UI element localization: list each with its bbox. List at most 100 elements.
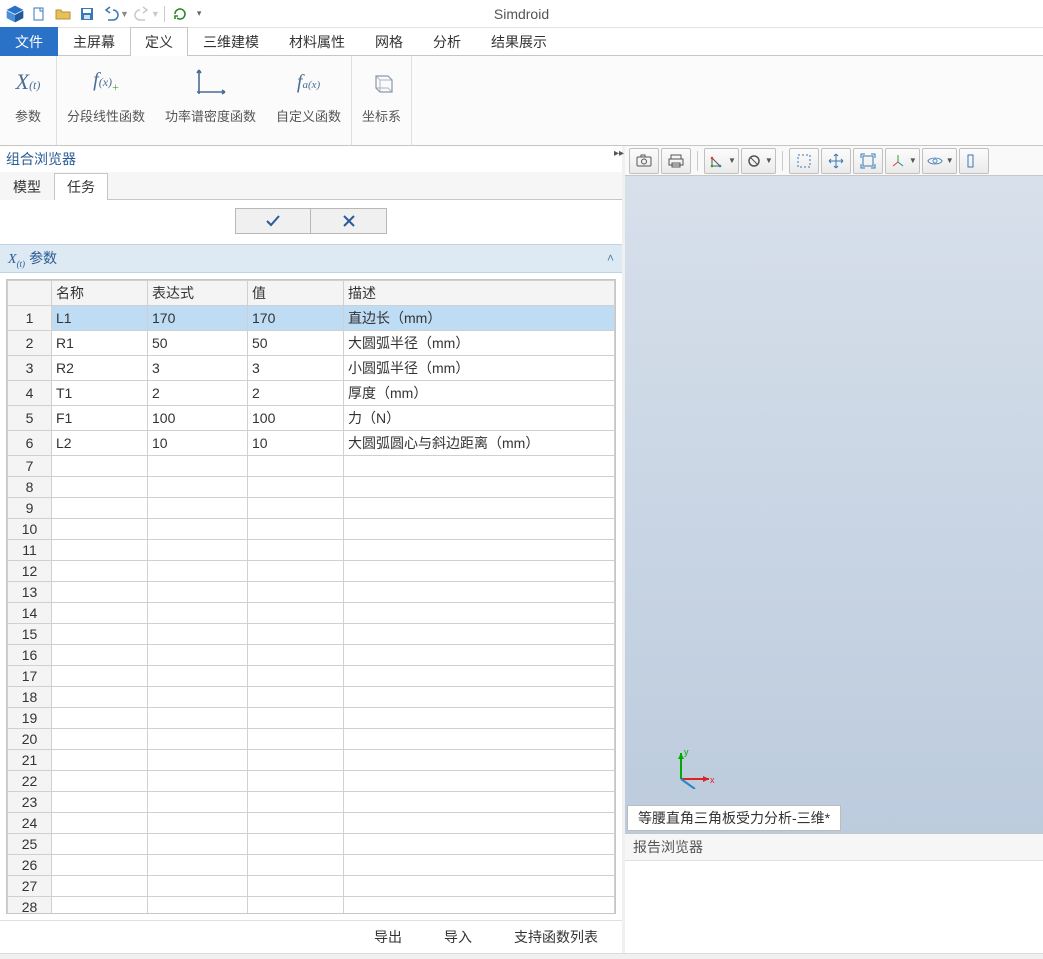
coord-sys-button[interactable]: 坐标系 <box>352 56 411 145</box>
cell-name[interactable] <box>52 476 148 497</box>
cell-desc[interactable] <box>344 707 615 728</box>
orientation-button[interactable]: ▼ <box>704 148 739 174</box>
table-row[interactable]: 1L1170170直边长（mm） <box>8 305 615 330</box>
save-icon[interactable] <box>76 3 98 25</box>
ribbon-tab-results[interactable]: 结果展示 <box>476 27 562 56</box>
cell-rownum[interactable]: 23 <box>8 791 52 812</box>
cell-expr[interactable] <box>148 728 248 749</box>
cell-rownum[interactable]: 11 <box>8 539 52 560</box>
cell-value[interactable]: 50 <box>248 330 344 355</box>
cell-expr[interactable] <box>148 602 248 623</box>
render-mode-button[interactable]: ▼ <box>741 148 776 174</box>
table-row[interactable]: 13 <box>8 581 615 602</box>
cell-desc[interactable]: 力（N） <box>344 405 615 430</box>
table-row[interactable]: 26 <box>8 854 615 875</box>
cell-expr[interactable] <box>148 896 248 914</box>
undo-dropdown-icon[interactable]: ▼ <box>120 9 129 19</box>
cell-expr[interactable] <box>148 812 248 833</box>
cell-rownum[interactable]: 15 <box>8 623 52 644</box>
cell-name[interactable]: F1 <box>52 405 148 430</box>
table-row[interactable]: 3R233小圆弧半径（mm） <box>8 355 615 380</box>
cell-value[interactable] <box>248 854 344 875</box>
cell-expr[interactable] <box>148 707 248 728</box>
cell-expr[interactable]: 170 <box>148 305 248 330</box>
print-button[interactable] <box>661 148 691 174</box>
table-row[interactable]: 12 <box>8 560 615 581</box>
cell-rownum[interactable]: 25 <box>8 833 52 854</box>
accept-button[interactable] <box>235 208 311 234</box>
cell-rownum[interactable]: 27 <box>8 875 52 896</box>
cell-desc[interactable] <box>344 665 615 686</box>
ribbon-tab-analysis[interactable]: 分析 <box>418 27 476 56</box>
cell-expr[interactable] <box>148 833 248 854</box>
pan-button[interactable] <box>821 148 851 174</box>
cell-name[interactable] <box>52 812 148 833</box>
table-row[interactable]: 14 <box>8 602 615 623</box>
cell-name[interactable]: L2 <box>52 430 148 455</box>
cell-name[interactable] <box>52 560 148 581</box>
open-file-icon[interactable] <box>52 3 74 25</box>
cell-value[interactable] <box>248 791 344 812</box>
cell-rownum[interactable]: 3 <box>8 355 52 380</box>
cell-value[interactable] <box>248 749 344 770</box>
cell-value[interactable]: 3 <box>248 355 344 380</box>
cell-expr[interactable] <box>148 644 248 665</box>
cell-desc[interactable] <box>344 791 615 812</box>
cell-desc[interactable] <box>344 539 615 560</box>
cell-value[interactable] <box>248 602 344 623</box>
cell-rownum[interactable]: 13 <box>8 581 52 602</box>
col-header-expr[interactable]: 表达式 <box>148 280 248 305</box>
viewport[interactable]: y x 等腰直角三角板受力分析-三维* <box>625 176 1043 833</box>
ribbon-tab-file[interactable]: 文件 <box>0 27 58 56</box>
col-header-value[interactable]: 值 <box>248 280 344 305</box>
ribbon-tab-material[interactable]: 材料属性 <box>274 27 360 56</box>
cell-rownum[interactable]: 17 <box>8 665 52 686</box>
cell-value[interactable]: 100 <box>248 405 344 430</box>
cell-desc[interactable] <box>344 854 615 875</box>
cell-name[interactable] <box>52 770 148 791</box>
cell-desc[interactable] <box>344 749 615 770</box>
viewport-tab[interactable]: 等腰直角三角板受力分析-三维* <box>627 805 841 831</box>
section-collapse-icon[interactable]: ˄ <box>607 251 614 265</box>
table-row[interactable]: 9 <box>8 497 615 518</box>
cell-rownum[interactable]: 8 <box>8 476 52 497</box>
cell-name[interactable] <box>52 518 148 539</box>
cell-rownum[interactable]: 24 <box>8 812 52 833</box>
cell-expr[interactable] <box>148 665 248 686</box>
cell-rownum[interactable]: 6 <box>8 430 52 455</box>
cell-rownum[interactable]: 9 <box>8 497 52 518</box>
cell-desc[interactable] <box>344 581 615 602</box>
cancel-button[interactable] <box>311 208 387 234</box>
cell-name[interactable] <box>52 749 148 770</box>
axis-toggle-button[interactable]: ▼ <box>885 148 920 174</box>
cell-name[interactable] <box>52 728 148 749</box>
ribbon-tab-3d[interactable]: 三维建模 <box>188 27 274 56</box>
cell-name[interactable] <box>52 686 148 707</box>
fn-list-link[interactable]: 支持函数列表 <box>514 927 598 947</box>
cell-expr[interactable] <box>148 476 248 497</box>
cell-desc[interactable] <box>344 812 615 833</box>
cell-rownum[interactable]: 20 <box>8 728 52 749</box>
cell-value[interactable] <box>248 875 344 896</box>
cell-name[interactable] <box>52 896 148 914</box>
cell-name[interactable] <box>52 455 148 476</box>
cell-expr[interactable] <box>148 854 248 875</box>
table-row[interactable]: 16 <box>8 644 615 665</box>
table-row[interactable]: 17 <box>8 665 615 686</box>
redo-icon[interactable] <box>131 3 153 25</box>
cell-desc[interactable]: 大圆弧圆心与斜边距离（mm） <box>344 430 615 455</box>
cell-name[interactable]: T1 <box>52 380 148 405</box>
table-row[interactable]: 24 <box>8 812 615 833</box>
cell-value[interactable] <box>248 623 344 644</box>
cell-value[interactable] <box>248 770 344 791</box>
cell-desc[interactable]: 直边长（mm） <box>344 305 615 330</box>
table-row[interactable]: 15 <box>8 623 615 644</box>
table-row[interactable]: 7 <box>8 455 615 476</box>
cell-name[interactable] <box>52 581 148 602</box>
cell-expr[interactable] <box>148 455 248 476</box>
cell-desc[interactable] <box>344 497 615 518</box>
visibility-button[interactable]: ▼ <box>922 148 957 174</box>
table-row[interactable]: 11 <box>8 539 615 560</box>
psd-fn-button[interactable]: 功率谱密度函数 <box>155 56 266 145</box>
export-link[interactable]: 导出 <box>374 927 402 947</box>
